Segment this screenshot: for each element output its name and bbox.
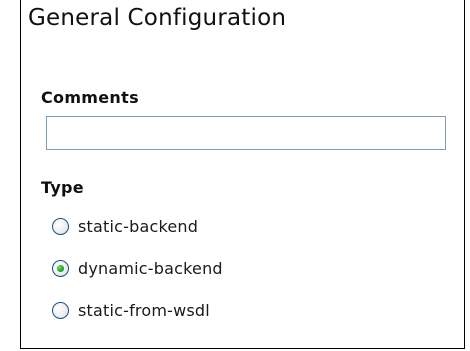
- radio-label: dynamic-backend: [78, 258, 223, 278]
- radio-button[interactable]: [52, 301, 69, 319]
- radio-selected-dot: [57, 264, 64, 272]
- comments-input[interactable]: [46, 116, 446, 150]
- radio-button[interactable]: [52, 217, 69, 235]
- panel-title: General Configuration: [28, 5, 287, 31]
- comments-label: Comments: [41, 88, 139, 107]
- type-label: Type: [41, 178, 84, 197]
- type-option-dynamic-backend[interactable]: dynamic-backend: [52, 256, 223, 280]
- type-option-static-from-wsdl[interactable]: static-from-wsdl: [52, 298, 210, 322]
- radio-button[interactable]: [52, 259, 69, 277]
- type-option-static-backend[interactable]: static-backend: [52, 214, 198, 238]
- general-configuration-panel: General Configuration Comments Type stat…: [20, 0, 465, 349]
- radio-label: static-backend: [78, 216, 199, 236]
- radio-label: static-from-wsdl: [78, 300, 210, 320]
